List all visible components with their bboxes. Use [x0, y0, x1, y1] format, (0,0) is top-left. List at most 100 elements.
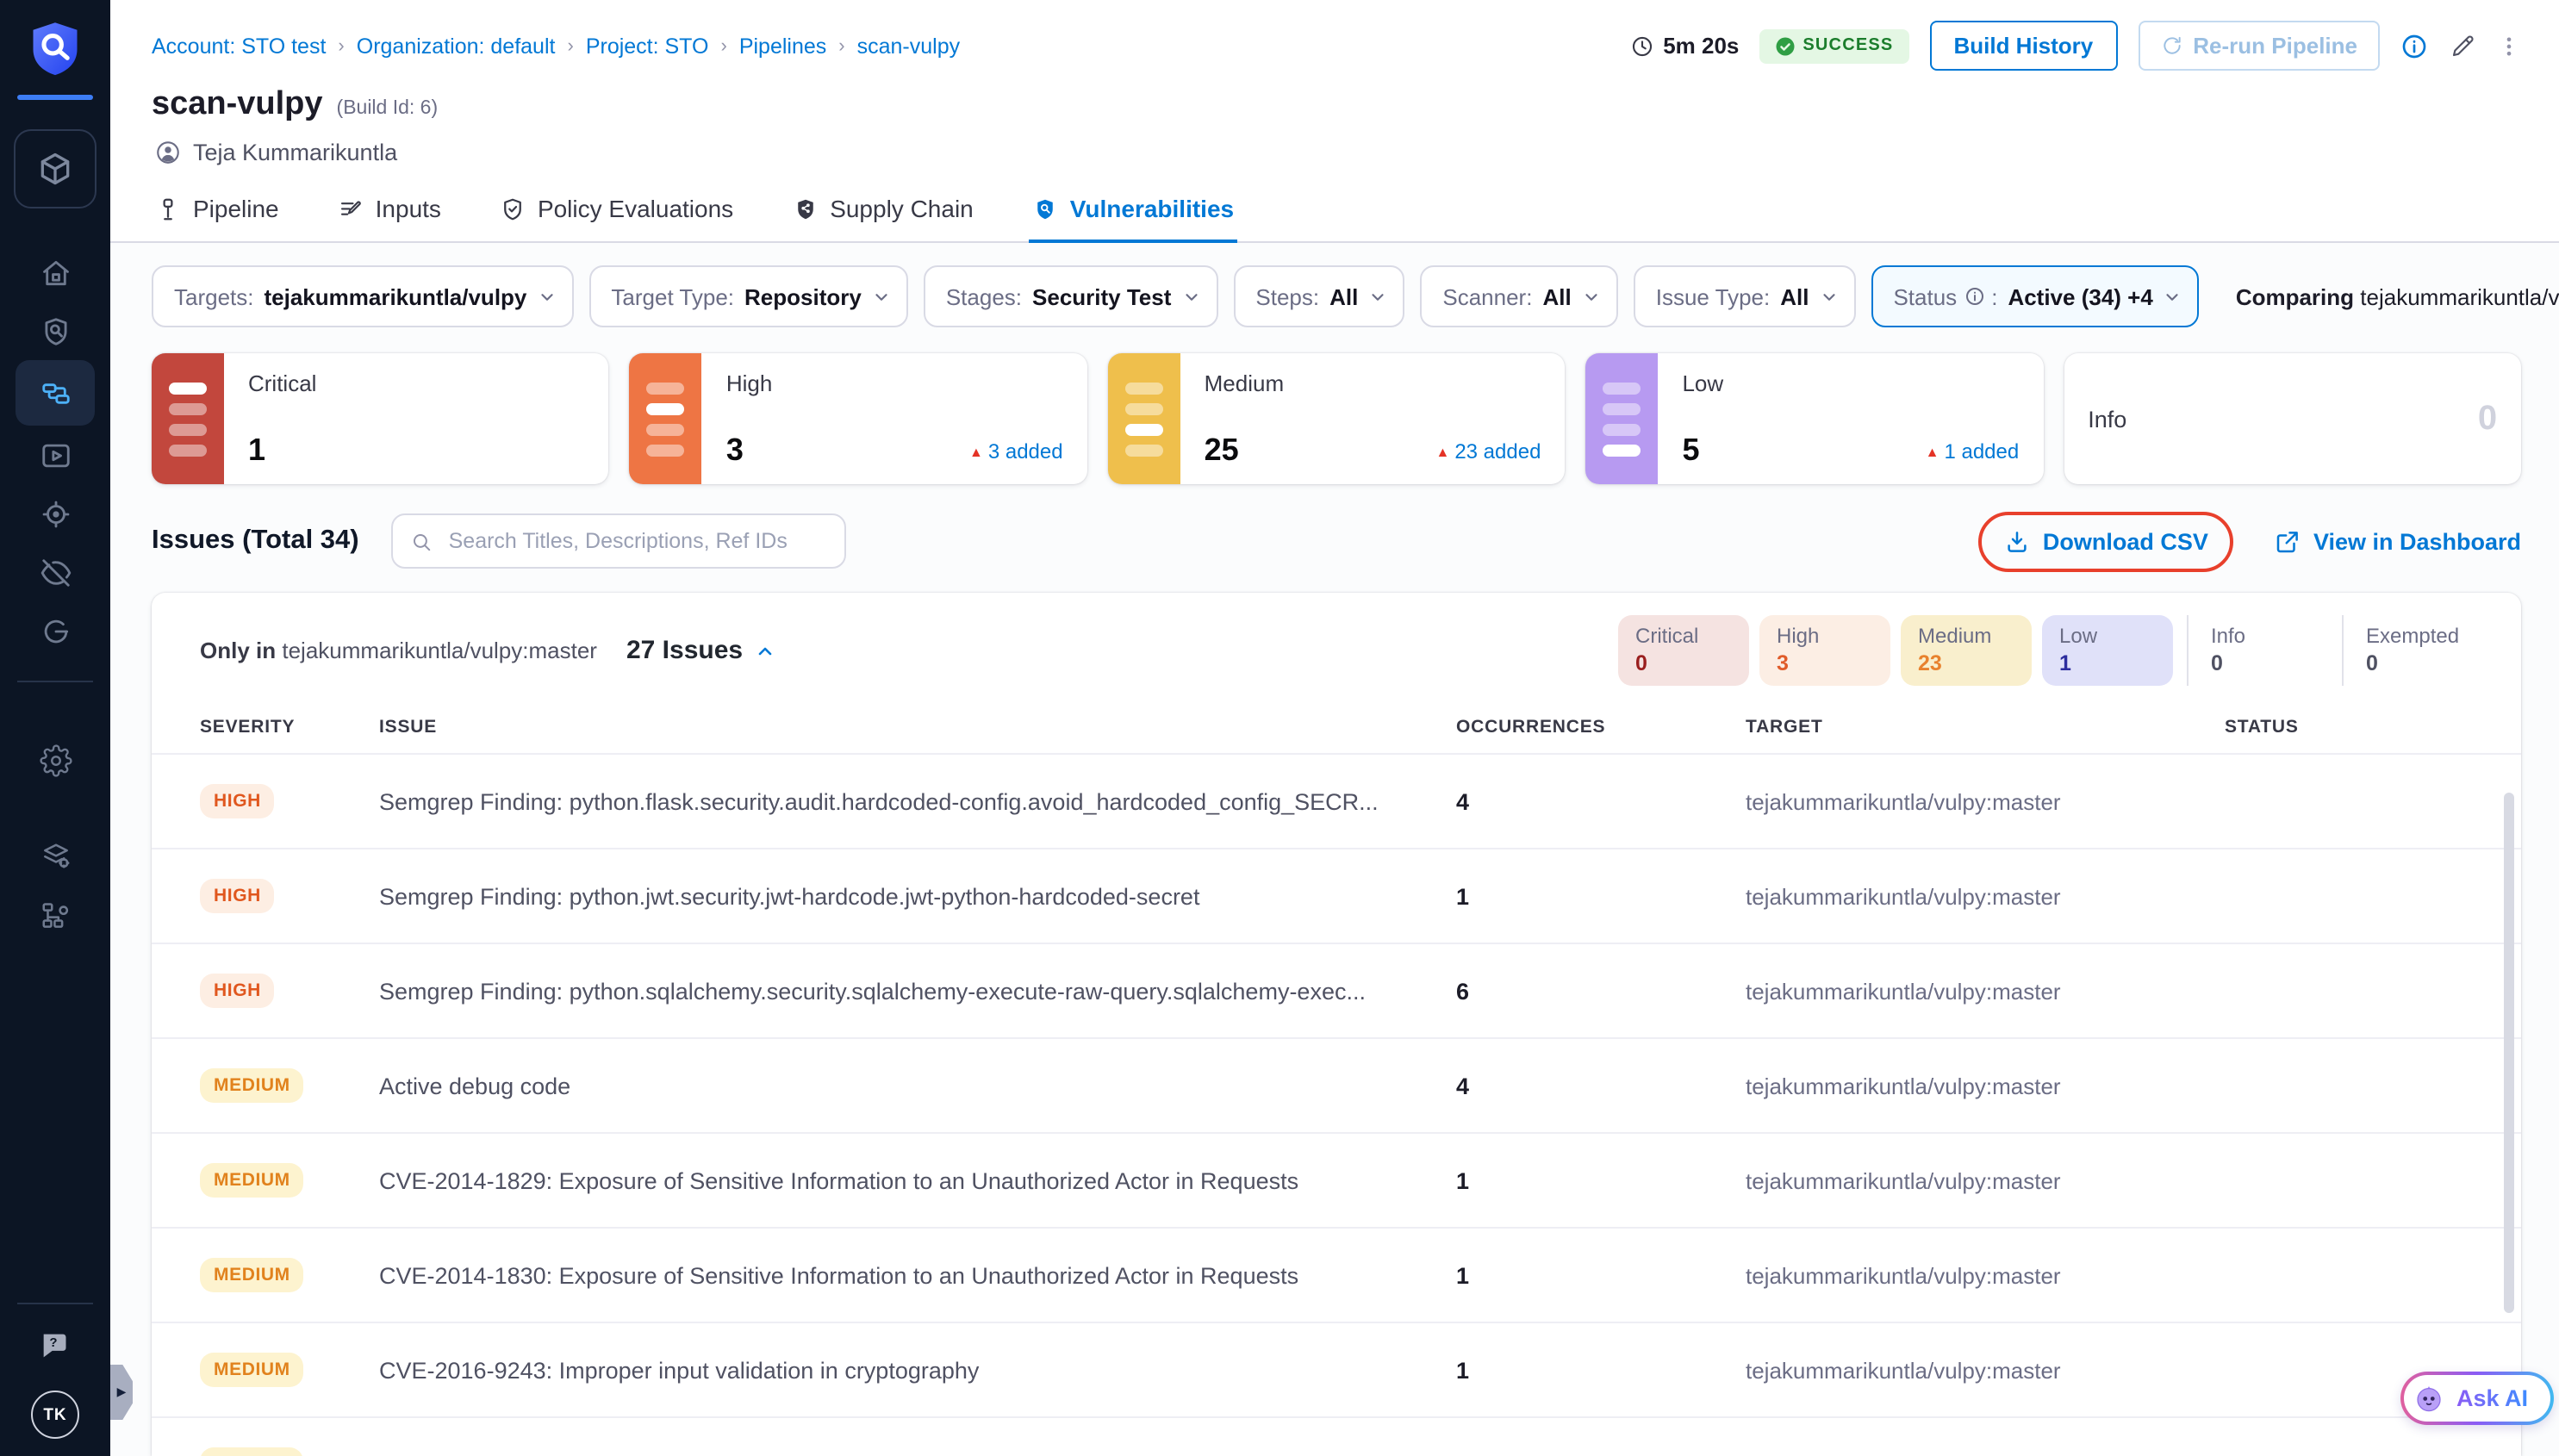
- filter-label: Status: [1893, 283, 1957, 309]
- filter-value: All: [1329, 283, 1358, 309]
- severity-badge: MEDIUM: [200, 1068, 304, 1103]
- severity-added-delta: ▲1 added: [1926, 439, 2020, 464]
- tab-policy-evaluations[interactable]: Policy Evaluations: [496, 179, 737, 243]
- issue-row[interactable]: MEDIUM CVE-2017-11424: PyJWT vulnerable …: [152, 1416, 2521, 1456]
- sidebar-item-getting-started[interactable]: [16, 601, 95, 660]
- chip-high[interactable]: High 3: [1759, 615, 1890, 686]
- issues-table-header: SEVERITYISSUEOCCURRENCESTARGETSTATUS: [152, 696, 2521, 753]
- tab-policy-icon: [500, 196, 526, 221]
- severity-level-bar: [1603, 444, 1641, 456]
- severity-card-count: 1: [248, 432, 265, 469]
- user-avatar[interactable]: TK: [31, 1391, 79, 1439]
- filter-status[interactable]: Status:Active (34) +4: [1871, 265, 2199, 327]
- severity-card-medium[interactable]: Medium25▲23 added: [1108, 353, 1566, 484]
- org-settings-icon: [39, 899, 72, 931]
- issue-row[interactable]: HIGH Semgrep Finding: python.jwt.securit…: [152, 848, 2521, 943]
- severity-card-low[interactable]: Low5▲1 added: [1585, 353, 2043, 484]
- help-chat-icon[interactable]: ?: [36, 1328, 74, 1363]
- filter-targettype[interactable]: Target Type:Repository: [588, 265, 907, 327]
- issues-group-header[interactable]: Only in tejakummarikuntla/vulpy:master 2…: [152, 593, 2521, 696]
- filter-steps[interactable]: Steps:All: [1233, 265, 1404, 327]
- tab-vulnerabilities[interactable]: Vulnerabilities: [1029, 179, 1237, 243]
- column-header-issue: ISSUE: [379, 717, 1456, 737]
- column-header-severity: SEVERITY: [200, 717, 379, 737]
- sidebar-item-targets[interactable]: [16, 484, 95, 543]
- build-history-button[interactable]: Build History: [1929, 21, 2117, 71]
- filter-scanner[interactable]: Scanner:All: [1420, 265, 1617, 327]
- triangle-up-icon: ▲: [969, 445, 983, 460]
- issue-row[interactable]: HIGH Semgrep Finding: python.flask.secur…: [152, 753, 2521, 848]
- view-in-dashboard-button[interactable]: View in Dashboard: [2276, 528, 2521, 554]
- issue-target: tejakummarikuntla/vulpy:master: [1746, 883, 2225, 909]
- breadcrumb-link[interactable]: Pipelines: [739, 34, 826, 58]
- issue-row[interactable]: MEDIUM CVE-2014-1829: Exposure of Sensit…: [152, 1132, 2521, 1227]
- collapse-chevron-icon[interactable]: [755, 640, 775, 661]
- vertical-scrollbar[interactable]: [2504, 793, 2514, 1313]
- more-options-icon[interactable]: [2497, 32, 2521, 59]
- issue-title: CVE-2016-9243: Improper input validation…: [379, 1357, 1456, 1383]
- sidebar-item-org-settings[interactable]: [16, 886, 95, 944]
- info-icon[interactable]: [2400, 32, 2428, 59]
- execution-tabs: Pipeline Inputs Policy Evaluations Supply C…: [110, 179, 2559, 243]
- severity-card-high[interactable]: High3▲3 added: [630, 353, 1087, 484]
- tab-label: Pipeline: [193, 195, 279, 222]
- breadcrumb-link[interactable]: Organization: default: [357, 34, 556, 58]
- sidebar-item-executions[interactable]: [16, 426, 95, 484]
- severity-level-bar: [169, 402, 207, 414]
- sidebar-item-exemptions-eye-off[interactable]: [16, 543, 95, 601]
- severity-level-bar: [1603, 382, 1641, 394]
- severity-badge: MEDIUM: [200, 1353, 304, 1387]
- chip-medium[interactable]: Medium 23: [1901, 615, 2032, 686]
- breadcrumb-link[interactable]: Project: STO: [586, 34, 709, 58]
- issue-title: Semgrep Finding: python.flask.security.a…: [379, 788, 1456, 814]
- search-icon: [411, 530, 433, 552]
- clock-icon: [1630, 34, 1654, 58]
- tab-label: Vulnerabilities: [1070, 195, 1234, 222]
- chip-low[interactable]: Low 1: [2042, 615, 2173, 686]
- severity-badge: HIGH: [200, 974, 275, 1008]
- occurrences-count: 4: [1456, 788, 1746, 814]
- edit-pipeline-icon[interactable]: [2449, 32, 2476, 59]
- issue-title: CVE-2017-11424: PyJWT vulnerable to key …: [379, 1452, 1456, 1456]
- severity-strip: [1108, 353, 1180, 484]
- issue-row[interactable]: MEDIUM Active debug code 4 tejakummariku…: [152, 1037, 2521, 1132]
- issue-row[interactable]: MEDIUM CVE-2016-9243: Improper input val…: [152, 1322, 2521, 1416]
- info-icon: [1964, 286, 1984, 307]
- sidebar-item-pipelines[interactable]: [16, 360, 95, 426]
- issue-row[interactable]: HIGH Semgrep Finding: python.sqlalchemy.…: [152, 943, 2521, 1037]
- breadcrumb-link[interactable]: Account: STO test: [152, 34, 326, 58]
- severity-card-label: Info: [2088, 406, 2126, 432]
- severity-level-bar: [647, 423, 685, 435]
- tab-inputs[interactable]: Inputs: [334, 179, 445, 243]
- filter-stages[interactable]: Stages:Security Test: [924, 265, 1218, 327]
- chip-count: 0: [1635, 651, 1732, 675]
- severity-badge: MEDIUM: [200, 1447, 304, 1456]
- sidebar-item-settings-gear[interactable]: [16, 731, 95, 789]
- module-selector-button[interactable]: [14, 129, 97, 208]
- severity-card-critical[interactable]: Critical1: [152, 353, 609, 484]
- severity-card-info[interactable]: Info0: [2064, 353, 2521, 484]
- breadcrumb-link[interactable]: scan-vulpy: [857, 34, 961, 58]
- ask-ai-button[interactable]: Ask AI: [2401, 1372, 2554, 1425]
- home-icon: [39, 256, 72, 289]
- issue-target: tejakummarikuntla/vulpy:master: [1746, 978, 2225, 1004]
- severity-level-bar: [647, 444, 685, 456]
- chip-info[interactable]: Info 0: [2187, 615, 2328, 686]
- rerun-pipeline-button[interactable]: Re-run Pipeline: [2138, 21, 2380, 71]
- download-csv-button[interactable]: Download CSV: [2005, 528, 2208, 554]
- severity-level-bar: [1603, 423, 1641, 435]
- harness-sto-logo-icon[interactable]: [26, 17, 84, 79]
- sidebar-item-scan-shield[interactable]: [16, 302, 95, 360]
- triangle-up-icon: ▲: [1926, 445, 1939, 460]
- app-window: ? TK ▶ Account: STO test›Organization: d…: [0, 0, 2559, 1456]
- chip-critical[interactable]: Critical 0: [1618, 615, 1749, 686]
- chip-exempted[interactable]: Exempted 0: [2342, 615, 2483, 686]
- filter-issuetype[interactable]: Issue Type:All: [1634, 265, 1856, 327]
- tab-supply-chain[interactable]: Supply Chain: [788, 179, 977, 243]
- issue-row[interactable]: MEDIUM CVE-2014-1830: Exposure of Sensit…: [152, 1227, 2521, 1322]
- search-input[interactable]: [445, 527, 828, 555]
- sidebar-item-home[interactable]: [16, 243, 95, 302]
- sidebar-item-layers-settings[interactable]: [16, 827, 95, 886]
- filter-targets[interactable]: Targets:tejakummarikuntla/vulpy: [152, 265, 573, 327]
- tab-pipeline[interactable]: Pipeline: [152, 179, 283, 243]
